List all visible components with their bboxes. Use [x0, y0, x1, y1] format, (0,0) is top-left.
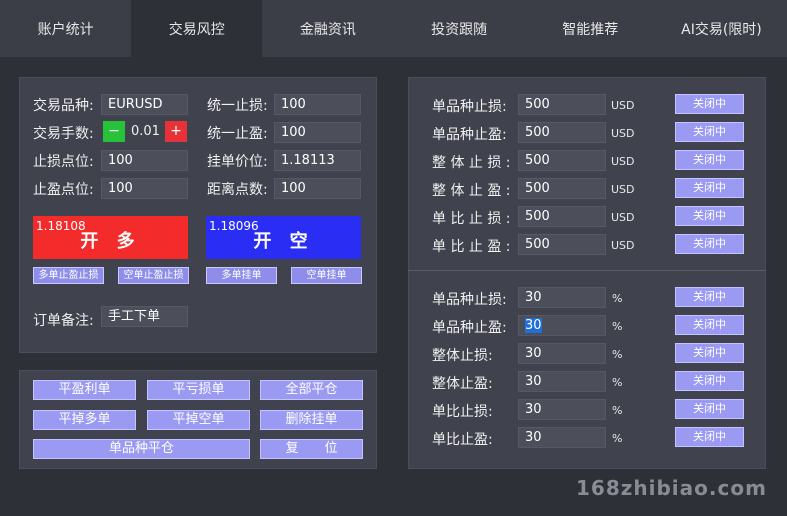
stop-loss-label: 止损点位: [33, 154, 94, 170]
pct-row-unit: % [612, 348, 623, 361]
symbol-label: 交易品种: [33, 98, 94, 114]
usd-row-status-button[interactable]: 关闭中 [675, 206, 744, 226]
pct-row-status-button[interactable]: 关闭中 [675, 287, 744, 307]
tab-financial-news[interactable]: 金融资讯 [262, 0, 393, 57]
pending-price-label: 挂单价位: [207, 154, 268, 170]
delete-pending-button[interactable]: 删除挂单 [260, 410, 363, 430]
pct-row-label: 单比止损: [432, 404, 493, 420]
lots-plus-button[interactable]: + [165, 121, 187, 142]
unified-take-profit-label: 统一止盈: [207, 126, 268, 142]
pct-row-label: 整体止损: [432, 348, 493, 364]
top-tab-bar: 账户统计 交易风控 金融资讯 投资跟随 智能推荐 AI交易(限时) [0, 0, 787, 57]
order-note-label: 订单备注: [33, 313, 94, 329]
take-profit-input[interactable]: 100 [101, 178, 188, 199]
tab-copy-trading[interactable]: 投资跟随 [394, 0, 525, 57]
usd-row-unit: USD [611, 99, 635, 112]
pct-row-unit: % [612, 292, 623, 305]
pct-row-label: 单比止盈: [432, 432, 493, 448]
pct-row-status-button[interactable]: 关闭中 [675, 427, 744, 447]
usd-row-input[interactable]: 500 [518, 178, 606, 199]
pending-price-input[interactable]: 1.18113 [274, 150, 361, 171]
pct-row-label: 单品种止损: [432, 292, 507, 308]
usd-row-status-button[interactable]: 关闭中 [675, 234, 744, 254]
pct-row-input[interactable]: 30 [518, 371, 606, 392]
open-long-button[interactable]: 1.18108 开 多 [33, 216, 188, 259]
tab-smart-recommend[interactable]: 智能推荐 [525, 0, 656, 57]
usd-row-input[interactable]: 500 [518, 122, 606, 143]
close-loss-button[interactable]: 平亏损单 [147, 380, 250, 400]
usd-row-status-button[interactable]: 关闭中 [675, 122, 744, 142]
short-pending-button[interactable]: 空单挂单 [291, 267, 362, 284]
close-long-button[interactable]: 平掉多单 [33, 410, 136, 430]
short-sl-tp-button[interactable]: 空单止盈止损 [118, 267, 189, 284]
pct-row-status-button[interactable]: 关闭中 [675, 315, 744, 335]
distance-points-label: 距离点数: [207, 182, 268, 198]
usd-row-unit: USD [611, 155, 635, 168]
pct-row-input[interactable]: 30 [518, 427, 606, 448]
long-sl-tp-button[interactable]: 多单止盈止损 [33, 267, 104, 284]
long-pending-button[interactable]: 多单挂单 [206, 267, 277, 284]
tab-trade-risk[interactable]: 交易风控 [131, 0, 263, 57]
usd-row-status-button[interactable]: 关闭中 [675, 94, 744, 114]
usd-row-label: 整 体 止 损 : [432, 155, 511, 171]
pct-row-input[interactable]: 30 [518, 287, 606, 308]
pct-row-input-focused[interactable]: 30 [518, 315, 606, 336]
pct-row-unit: % [612, 404, 623, 417]
pct-row-status-button[interactable]: 关闭中 [675, 399, 744, 419]
lots-label: 交易手数: [33, 126, 94, 142]
usd-row-unit: USD [611, 239, 635, 252]
usd-row-input[interactable]: 500 [518, 150, 606, 171]
unified-take-profit-input[interactable]: 100 [274, 122, 361, 143]
site-watermark: 168zhibiao.com [576, 476, 767, 500]
tab-ai-trading[interactable]: AI交易(限时) [656, 0, 787, 57]
pct-row-label: 单品种止盈: [432, 320, 507, 336]
stop-loss-input[interactable]: 100 [101, 150, 188, 171]
usd-row-unit: USD [611, 127, 635, 140]
pct-row-unit: % [612, 320, 623, 333]
distance-points-input[interactable]: 100 [274, 178, 361, 199]
usd-row-label: 单 比 止 盈 : [432, 239, 511, 255]
reset-button[interactable]: 复 位 [260, 439, 363, 459]
usd-row-input[interactable]: 500 [518, 206, 606, 227]
tab-account-stats[interactable]: 账户统计 [0, 0, 131, 57]
usd-row-label: 整 体 止 盈 : [432, 183, 511, 199]
close-profit-button[interactable]: 平盈利单 [33, 380, 136, 400]
usd-row-label: 单 比 止 损 : [432, 211, 511, 227]
usd-row-label: 单品种止损: [432, 99, 507, 115]
usd-row-input[interactable]: 500 [518, 234, 606, 255]
pct-row-input[interactable]: 30 [518, 343, 606, 364]
close-all-button[interactable]: 全部平仓 [260, 380, 363, 400]
pct-row-unit: % [612, 376, 623, 389]
pct-row-status-button[interactable]: 关闭中 [675, 371, 744, 391]
usd-row-label: 单品种止盈: [432, 127, 507, 143]
pct-row-unit: % [612, 432, 623, 445]
lots-value[interactable]: 0.01 [131, 124, 160, 139]
unified-stop-loss-label: 统一止损: [207, 98, 268, 114]
open-long-label: 开 多 [80, 231, 141, 252]
pct-row-status-button[interactable]: 关闭中 [675, 343, 744, 363]
take-profit-label: 止盈点位: [33, 182, 94, 198]
order-note-input[interactable]: 手工下单 [101, 306, 188, 327]
usd-row-status-button[interactable]: 关闭中 [675, 150, 744, 170]
symbol-input[interactable]: EURUSD [101, 94, 188, 115]
usd-row-unit: USD [611, 211, 635, 224]
lots-minus-button[interactable]: − [103, 121, 125, 142]
open-short-button[interactable]: 1.18096 开 空 [206, 216, 361, 259]
pct-row-selected-text: 30 [525, 318, 542, 333]
usd-row-unit: USD [611, 183, 635, 196]
risk-panel-divider [408, 270, 766, 271]
open-short-label: 开 空 [253, 231, 314, 252]
unified-stop-loss-input[interactable]: 100 [274, 94, 361, 115]
usd-row-input[interactable]: 500 [518, 94, 606, 115]
close-short-button[interactable]: 平掉空单 [147, 410, 250, 430]
pct-row-input[interactable]: 30 [518, 399, 606, 420]
usd-row-status-button[interactable]: 关闭中 [675, 178, 744, 198]
pct-row-label: 整体止盈: [432, 376, 493, 392]
close-symbol-button[interactable]: 单品种平仓 [33, 439, 250, 459]
